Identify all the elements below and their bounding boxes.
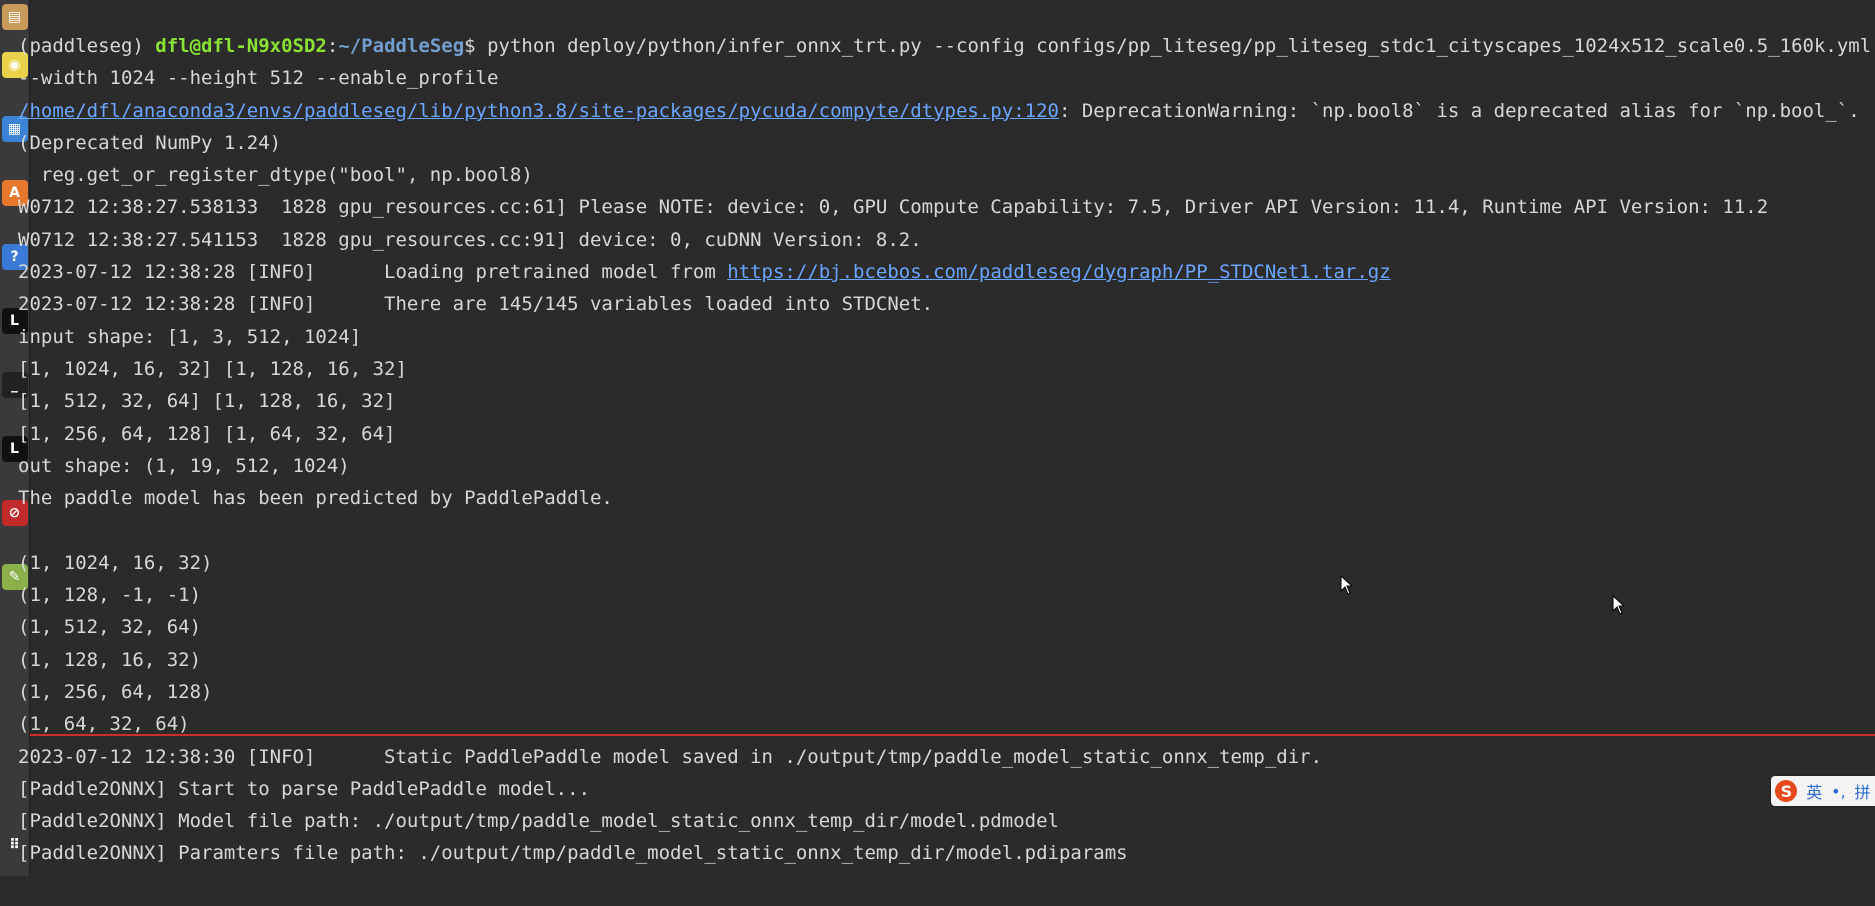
sogou-logo-icon: S <box>1775 780 1798 802</box>
output-line: [1, 1024, 16, 32] [1, 128, 16, 32] <box>18 357 407 380</box>
mouse-pointer-icon <box>1340 575 1354 595</box>
output-line: input shape: [1, 3, 512, 1024] <box>18 325 362 348</box>
pretrained-model-link[interactable]: https://bj.bcebos.com/paddleseg/dygraph/… <box>727 261 1390 283</box>
input-method-toolbar[interactable]: S 英 •, 拼 <box>1771 776 1875 806</box>
output-line: The paddle model has been predicted by P… <box>18 487 613 510</box>
output-line: (Deprecated NumPy 1.24) <box>18 131 282 154</box>
terminal-output[interactable]: (paddleseg) dfl@dfl-N9x0SD2:~/PaddleSeg$… <box>18 0 1875 906</box>
output-line: (1, 512, 32, 64) <box>18 616 202 639</box>
mouse-pointer-icon <box>1612 595 1626 615</box>
prompt-path: ~/PaddleSeg <box>338 35 465 57</box>
output-line: W0712 12:38:27.541153 1828 gpu_resources… <box>18 228 922 251</box>
ime-punctuation-toggle[interactable]: •, <box>1831 782 1846 801</box>
output-line: [1, 256, 64, 128] [1, 64, 32, 64] <box>18 422 396 445</box>
command-text: python deploy/python/infer_onnx_trt.py -… <box>487 35 1872 57</box>
output-line: reg.get_or_register_dtype("bool", np.boo… <box>18 164 533 187</box>
prompt-line: (paddleseg) dfl@dfl-N9x0SD2:~/PaddleSeg$… <box>18 35 1872 57</box>
loading-line: 2023-07-12 12:38:28 [INFO] Loading pretr… <box>18 261 1391 284</box>
output-line: W0712 12:38:27.538133 1828 gpu_resources… <box>18 196 1769 219</box>
ime-mode-toggle[interactable]: 拼 <box>1855 779 1871 803</box>
output-line: (1, 256, 64, 128) <box>18 680 213 703</box>
warning-line: /home/dfl/anaconda3/envs/paddleseg/lib/p… <box>18 99 1860 122</box>
output-line: [1, 512, 32, 64] [1, 128, 16, 32] <box>18 390 396 413</box>
output-line: [Paddle2ONNX] Paramters file path: ./out… <box>18 842 1128 865</box>
prompt-user-host: dfl@dfl-N9x0SD2 <box>155 35 327 57</box>
output-line: [Paddle2ONNX] Model file path: ./output/… <box>18 810 1059 833</box>
pane-divider[interactable] <box>30 734 1875 736</box>
warning-file-link[interactable]: /home/dfl/anaconda3/envs/paddleseg/lib/p… <box>18 100 1059 122</box>
output-line: (1, 1024, 16, 32) <box>18 551 213 574</box>
ime-language-toggle[interactable]: 英 <box>1806 779 1822 803</box>
output-line: --width 1024 --height 512 --enable_profi… <box>18 67 499 90</box>
output-line: out shape: (1, 19, 512, 1024) <box>18 454 350 477</box>
output-line: 2023-07-12 12:38:28 [INFO] There are 145… <box>18 293 934 316</box>
output-line: (1, 128, 16, 32) <box>18 648 202 671</box>
output-line: [Paddle2ONNX] Start to parse PaddlePaddl… <box>18 777 590 800</box>
output-line: 2023-07-12 12:38:30 [INFO] Static Paddle… <box>18 745 1323 768</box>
files-app-icon[interactable]: ▤ <box>1 4 28 30</box>
output-line: (1, 128, -1, -1) <box>18 584 202 607</box>
